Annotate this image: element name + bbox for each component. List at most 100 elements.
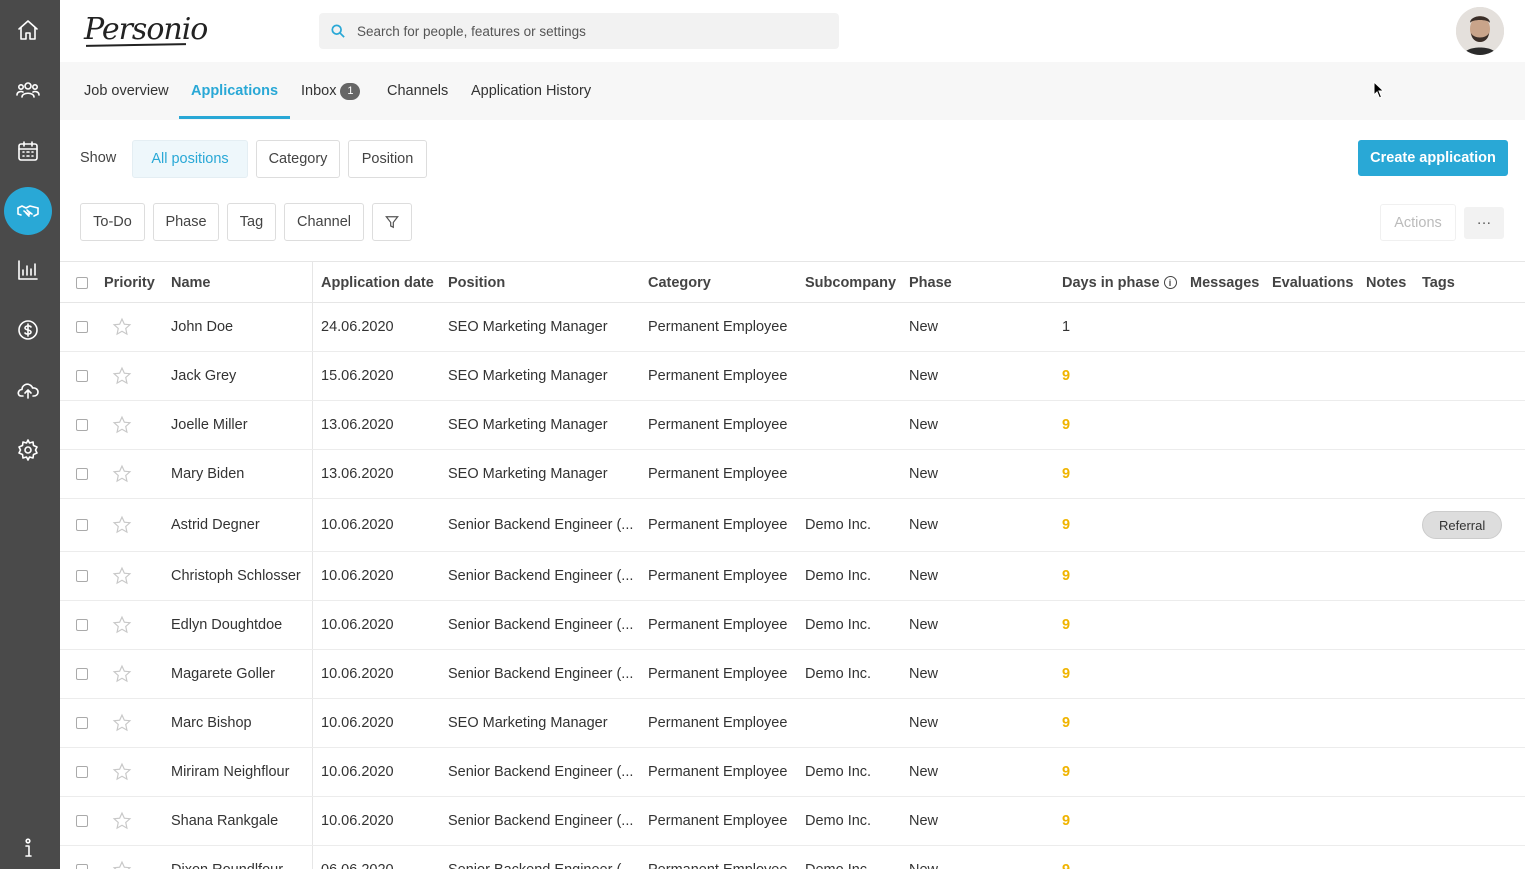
applicant-name[interactable]: Magarete Goller bbox=[171, 650, 275, 698]
row-checkbox[interactable] bbox=[76, 552, 88, 600]
sidebar-item-reports[interactable] bbox=[4, 246, 52, 294]
filter-all-positions[interactable]: All positions bbox=[132, 140, 248, 178]
advanced-filter-button[interactable] bbox=[372, 203, 412, 241]
col-messages[interactable]: Messages bbox=[1190, 262, 1259, 303]
table-row[interactable]: Magarete Goller 10.06.2020 Senior Backend … bbox=[60, 650, 1525, 699]
col-position[interactable]: Position bbox=[448, 262, 505, 303]
col-notes[interactable]: Notes bbox=[1366, 262, 1406, 303]
priority-star-icon[interactable] bbox=[112, 601, 132, 649]
applicant-name[interactable]: Edlyn Doughtdoe bbox=[171, 601, 282, 649]
table-row[interactable]: John Doe 24.06.2020 SEO Marketing Manager P… bbox=[60, 303, 1525, 352]
filter-phase[interactable]: Phase bbox=[153, 203, 219, 241]
priority-star-icon[interactable] bbox=[112, 450, 132, 498]
checkbox[interactable] bbox=[76, 864, 88, 869]
sidebar-item-payroll[interactable] bbox=[4, 306, 52, 354]
col-category[interactable]: Category bbox=[648, 262, 711, 303]
col-days-in-phase[interactable]: Days in phase i bbox=[1062, 262, 1177, 303]
table-row[interactable]: Joelle Miller 13.06.2020 SEO Marketing Man… bbox=[60, 401, 1525, 450]
priority-star-icon[interactable] bbox=[112, 552, 132, 600]
col-subcompany[interactable]: Subcompany bbox=[805, 262, 896, 303]
priority-star-icon[interactable] bbox=[112, 401, 132, 449]
priority-star-icon[interactable] bbox=[112, 352, 132, 400]
checkbox[interactable] bbox=[76, 321, 88, 333]
applicant-name[interactable]: Jack Grey bbox=[171, 352, 236, 400]
checkbox[interactable] bbox=[76, 519, 88, 531]
tag-badge[interactable]: Referral bbox=[1422, 511, 1503, 539]
more-options-button[interactable]: ··· bbox=[1464, 207, 1504, 239]
applicant-name[interactable]: Miriram Neighflour bbox=[171, 748, 289, 796]
table-row[interactable]: Dixon Roundlfour 06.06.2020 Senior Backend… bbox=[60, 846, 1525, 869]
sidebar-item-info[interactable] bbox=[4, 824, 52, 869]
col-phase[interactable]: Phase bbox=[909, 262, 952, 303]
sidebar-item-people[interactable] bbox=[4, 66, 52, 114]
priority-star-icon[interactable] bbox=[112, 846, 132, 869]
tab-channels[interactable]: Channels bbox=[387, 62, 448, 120]
checkbox[interactable] bbox=[76, 570, 88, 582]
priority-star-icon[interactable] bbox=[112, 699, 132, 747]
priority-star-icon[interactable] bbox=[112, 797, 132, 845]
row-checkbox[interactable] bbox=[76, 499, 88, 551]
filter-category[interactable]: Category bbox=[256, 140, 340, 178]
avatar[interactable] bbox=[1456, 7, 1504, 55]
checkbox[interactable] bbox=[76, 766, 88, 778]
col-tags[interactable]: Tags bbox=[1422, 262, 1455, 303]
row-checkbox[interactable] bbox=[76, 450, 88, 498]
table-row[interactable]: Edlyn Doughtdoe 10.06.2020 Senior Backend … bbox=[60, 601, 1525, 650]
filter-position[interactable]: Position bbox=[348, 140, 427, 178]
sidebar-item-calendar[interactable] bbox=[4, 127, 52, 175]
applicant-name[interactable]: Shana Rankgale bbox=[171, 797, 278, 845]
info-icon[interactable]: i bbox=[1163, 276, 1177, 289]
col-evaluations[interactable]: Evaluations bbox=[1272, 262, 1353, 303]
applicant-name[interactable]: Marc Bishop bbox=[171, 699, 252, 747]
row-checkbox[interactable] bbox=[76, 699, 88, 747]
col-priority[interactable]: Priority bbox=[104, 262, 155, 303]
tab-inbox[interactable]: Inbox 1 bbox=[301, 62, 361, 120]
applicant-name[interactable]: Astrid Degner bbox=[171, 499, 260, 551]
row-checkbox[interactable] bbox=[76, 797, 88, 845]
priority-star-icon[interactable] bbox=[112, 650, 132, 698]
checkbox[interactable] bbox=[76, 717, 88, 729]
row-checkbox[interactable] bbox=[76, 846, 88, 869]
create-application-button[interactable]: Create application bbox=[1358, 140, 1508, 176]
row-checkbox[interactable] bbox=[76, 601, 88, 649]
row-checkbox[interactable] bbox=[76, 401, 88, 449]
table-row[interactable]: Shana Rankgale 10.06.2020 Senior Backend E… bbox=[60, 797, 1525, 846]
applicant-name[interactable]: Joelle Miller bbox=[171, 401, 248, 449]
checkbox[interactable] bbox=[76, 419, 88, 431]
personio-logo[interactable]: Personio bbox=[84, 12, 208, 47]
col-application-date[interactable]: Application date bbox=[321, 262, 434, 303]
tab-application-history[interactable]: Application History bbox=[471, 62, 591, 120]
table-row[interactable]: Christoph Schlosser 10.06.2020 Senior Back… bbox=[60, 552, 1525, 601]
checkbox[interactable] bbox=[76, 370, 88, 382]
filter-todo[interactable]: To-Do bbox=[80, 203, 145, 241]
priority-star-icon[interactable] bbox=[112, 748, 132, 796]
row-checkbox[interactable] bbox=[76, 352, 88, 400]
applicant-name[interactable]: Mary Biden bbox=[171, 450, 244, 498]
priority-star-icon[interactable] bbox=[112, 303, 132, 351]
checkbox[interactable] bbox=[76, 815, 88, 827]
search-input[interactable]: Search for people, features or settings bbox=[319, 13, 839, 49]
row-checkbox[interactable] bbox=[76, 650, 88, 698]
table-row[interactable]: Miriram Neighflour 10.06.2020 Senior Backe… bbox=[60, 748, 1525, 797]
table-row[interactable]: Astrid Degner 10.06.2020 Senior Backend En… bbox=[60, 499, 1525, 552]
tab-job-overview[interactable]: Job overview bbox=[84, 62, 169, 120]
row-checkbox[interactable] bbox=[76, 303, 88, 351]
table-row[interactable]: Mary Biden 13.06.2020 SEO Marketing Manage… bbox=[60, 450, 1525, 499]
applicant-name[interactable]: Christoph Schlosser bbox=[171, 552, 301, 600]
sidebar-item-settings[interactable] bbox=[4, 426, 52, 474]
actions-button[interactable]: Actions bbox=[1380, 204, 1456, 241]
table-row[interactable]: Marc Bishop 10.06.2020 SEO Marketing Manag… bbox=[60, 699, 1525, 748]
applicant-name[interactable]: Dixon Roundlfour bbox=[171, 846, 283, 869]
filter-channel[interactable]: Channel bbox=[284, 203, 364, 241]
priority-star-icon[interactable] bbox=[112, 499, 132, 551]
applicant-name[interactable]: John Doe bbox=[171, 303, 233, 351]
row-checkbox[interactable] bbox=[76, 748, 88, 796]
filter-tag[interactable]: Tag bbox=[227, 203, 276, 241]
checkbox[interactable] bbox=[76, 276, 88, 289]
checkbox[interactable] bbox=[76, 468, 88, 480]
checkbox[interactable] bbox=[76, 619, 88, 631]
sidebar-item-upload[interactable] bbox=[4, 366, 52, 414]
sidebar-item-home[interactable] bbox=[4, 6, 52, 54]
sidebar-item-recruiting[interactable] bbox=[4, 187, 52, 235]
checkbox[interactable] bbox=[76, 668, 88, 680]
